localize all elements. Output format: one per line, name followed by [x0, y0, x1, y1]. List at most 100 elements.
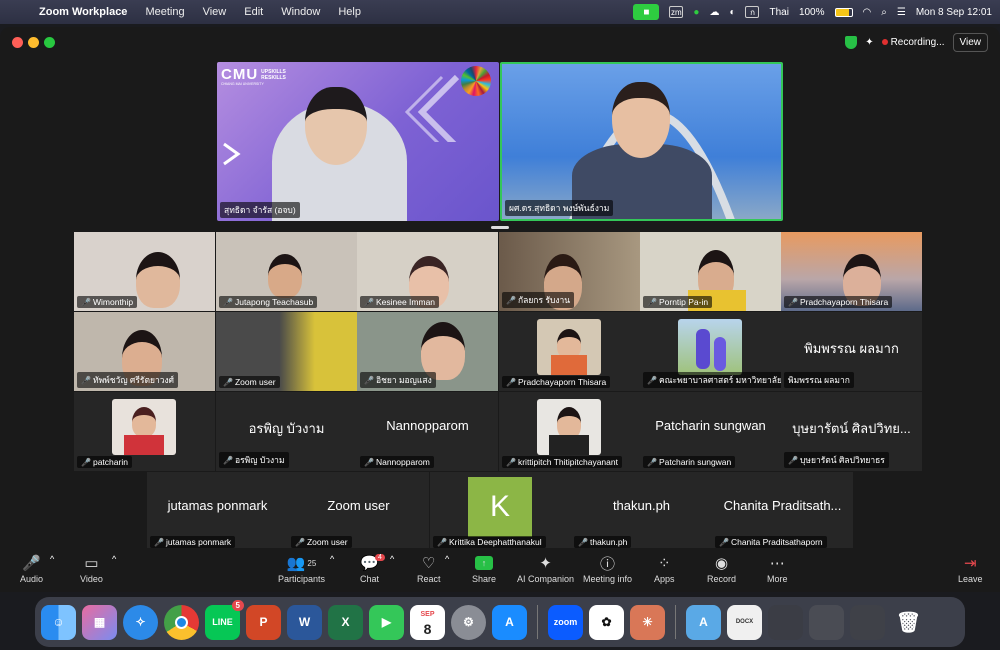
participant-tile[interactable]: 🎤 Pradchayaporn Thisara — [781, 232, 922, 311]
system-settings-icon[interactable]: ⚙ — [451, 604, 486, 640]
zoom-camera-tray-icon[interactable]: ■ — [633, 4, 660, 20]
chat-unread-badge: 4 — [375, 554, 385, 561]
apps-label: Apps — [654, 574, 675, 584]
video-options-chevron-icon[interactable]: ^ — [112, 554, 116, 564]
control-center-icon[interactable]: ☰ — [897, 7, 906, 18]
participant-tile[interactable]: 🎤 Wimonthip — [74, 232, 215, 311]
participant-tile[interactable]: พิมพรรณ ผลมาก พิมพรรณ ผลมาก — [781, 312, 922, 391]
participant-tile[interactable]: Zoom user 🎤 Zoom user — [288, 472, 429, 551]
recent-window-thumbnail-2[interactable] — [809, 604, 844, 640]
speaker-tile-1[interactable]: CMU UPSKILLS RESKILLS CHIANG MAI UNIVERSI… — [217, 62, 499, 221]
audio-options-chevron-icon[interactable]: ^ — [50, 554, 54, 564]
participant-tile[interactable]: 🎤 คณะพยาบาลศาสตร์ มหาวิทยาลัย... — [640, 312, 781, 391]
heart-icon: ♡ — [422, 555, 436, 572]
leave-button[interactable]: ⇥ Leave — [958, 552, 983, 584]
search-icon[interactable]: ⌕ — [881, 7, 887, 18]
clock[interactable]: Mon 8 Sep 12:01 — [916, 7, 992, 18]
chevron-decor-icon — [404, 74, 460, 142]
menu-edit[interactable]: Edit — [235, 6, 272, 18]
recording-dot-icon — [881, 39, 888, 45]
participant-tile[interactable]: 🎤 Pradchayaporn Thisara — [499, 312, 640, 391]
zoom-app-icon[interactable]: zoom — [548, 604, 583, 640]
docx-document-icon[interactable]: DOCX — [727, 604, 762, 640]
participant-tile[interactable]: 🎤 patcharin — [74, 392, 215, 471]
wifi-icon[interactable]: ◠ — [863, 7, 872, 18]
calendar-icon[interactable]: SEP 8 — [410, 604, 445, 640]
zoom-window-button[interactable] — [44, 37, 55, 48]
participant-tile[interactable]: Nannopparom 🎤 Nannopparom — [357, 392, 498, 471]
line-tray-icon[interactable]: ● — [693, 7, 699, 18]
participant-tile[interactable]: บุษยารัตน์ ศิลปวิทย... 🎤 บุษยารัตน์ ศิลปวิ… — [781, 392, 922, 471]
dock-separator — [675, 605, 676, 639]
record-button[interactable]: ◉ Record — [707, 552, 736, 584]
speaker-tile-2-active[interactable]: ผศ.ดร.สุทธิดา พงษ์พันธ์งาม — [500, 62, 783, 221]
participant-tile[interactable]: 🎤 กัลยกร รับงาน — [499, 232, 640, 311]
recent-window-thumbnail-1[interactable] — [768, 604, 803, 640]
battery-icon[interactable] — [834, 7, 853, 17]
participant-name-label: 🎤 jutamas ponmark — [150, 536, 236, 548]
chrome-icon[interactable] — [164, 604, 199, 640]
menu-app-name[interactable]: Zoom Workplace — [30, 6, 136, 18]
participant-tile[interactable]: 🎤 Jutapong Teachasub — [216, 232, 357, 311]
muted-mic-icon: 🎤 — [364, 457, 374, 467]
participant-display-name: jutamas ponmark — [167, 498, 268, 513]
menu-meeting[interactable]: Meeting — [136, 6, 193, 18]
participant-tile[interactable]: 🎤 อิชยา มอญแสง — [357, 312, 498, 391]
launchpad-icon[interactable]: ▦ — [82, 604, 117, 640]
participants-chevron-icon[interactable]: ^ — [330, 554, 334, 564]
more-button[interactable]: ⋯ More — [767, 552, 788, 584]
apps-button[interactable]: ⁘ Apps — [654, 552, 675, 584]
chat-chevron-icon[interactable]: ^ — [390, 554, 394, 564]
participant-tile[interactable]: thakun.ph 🎤 thakun.ph — [571, 472, 712, 551]
share-button[interactable]: ↑ Share — [472, 552, 496, 584]
input-source-label[interactable]: Thai — [769, 7, 788, 18]
facetime-icon[interactable]: ▶ — [369, 604, 404, 640]
app-store-icon[interactable]: A — [492, 604, 527, 640]
participant-tile[interactable]: Patcharin sungwan 🎤 Patcharin sungwan — [640, 392, 781, 471]
ai-sparkle-icon[interactable]: ✦ — [865, 37, 873, 48]
chatgpt-icon[interactable]: ✿ — [589, 604, 624, 640]
applications-folder-icon[interactable]: A — [686, 604, 721, 640]
security-shield-icon[interactable] — [845, 36, 858, 49]
input-source-icon[interactable]: ก — [745, 6, 760, 18]
close-window-button[interactable] — [12, 37, 23, 48]
menu-help[interactable]: Help — [329, 6, 370, 18]
meeting-info-button[interactable]: ⓘ Meeting info — [583, 552, 632, 585]
safari-icon[interactable]: ✧ — [123, 604, 158, 640]
participant-tile[interactable]: jutamas ponmark 🎤 jutamas ponmark — [147, 472, 288, 551]
participant-tile[interactable]: 🎤 krittipitch Thitipitchayanant — [499, 392, 640, 471]
battery-percent-tray-icon[interactable]: ◐ — [729, 7, 735, 18]
muted-mic-icon: 🎤 — [223, 377, 233, 387]
react-chevron-icon[interactable]: ^ — [445, 554, 449, 564]
participant-tile[interactable]: K 🎤 Krittika Deephatthanakul — [430, 472, 571, 551]
participant-tile[interactable]: Chanita Praditsath... 🎤 Chanita Praditsath… — [712, 472, 853, 551]
minimize-window-button[interactable] — [28, 37, 39, 48]
trash-icon[interactable]: 🗑 — [891, 605, 926, 640]
chat-button[interactable]: 💬 Chat 4 — [360, 552, 385, 584]
participant-tile[interactable]: 🎤 Zoom user — [216, 312, 357, 391]
powerpoint-icon[interactable]: P — [246, 604, 281, 640]
recording-indicator[interactable]: Recording... — [881, 37, 945, 48]
cloud-icon[interactable]: ☁ — [709, 7, 719, 18]
view-button[interactable]: View — [952, 33, 988, 52]
recent-window-thumbnail-3[interactable] — [850, 604, 885, 640]
menu-view[interactable]: View — [194, 6, 236, 18]
word-icon[interactable]: W — [287, 604, 322, 640]
claude-icon[interactable]: ✳ — [630, 604, 665, 640]
participant-name-label: 🎤 Krittika Deephatthanakul — [433, 536, 546, 548]
menu-window[interactable]: Window — [272, 6, 329, 18]
split-handle[interactable] — [491, 226, 509, 229]
line-app-icon[interactable]: LINE 5 — [205, 599, 244, 640]
excel-icon[interactable]: X — [328, 604, 363, 640]
zoom-tray-icon[interactable]: zm — [669, 6, 684, 18]
finder-icon[interactable]: ☺ — [41, 604, 76, 640]
participant-tile[interactable]: 🎤 Kesinee Imman — [357, 232, 498, 311]
participant-tile[interactable]: 🎤 Porntip Pa-in — [640, 232, 781, 311]
ai-companion-button[interactable]: ✦ AI Companion — [517, 552, 574, 584]
participant-tile[interactable]: อรพิญ บัวงาม 🎤 อรพิญ บัวงาม — [216, 392, 357, 471]
react-button[interactable]: ♡ React — [417, 552, 441, 584]
video-button[interactable]: ▭ Video — [80, 552, 103, 584]
participant-tile[interactable]: 🎤 ทัพพ์ชวัญ ศรีรัตยาวงศ์ — [74, 312, 215, 391]
audio-button[interactable]: 🎤 Audio — [20, 552, 43, 584]
participants-button[interactable]: 👥 25 Participants — [278, 552, 325, 584]
